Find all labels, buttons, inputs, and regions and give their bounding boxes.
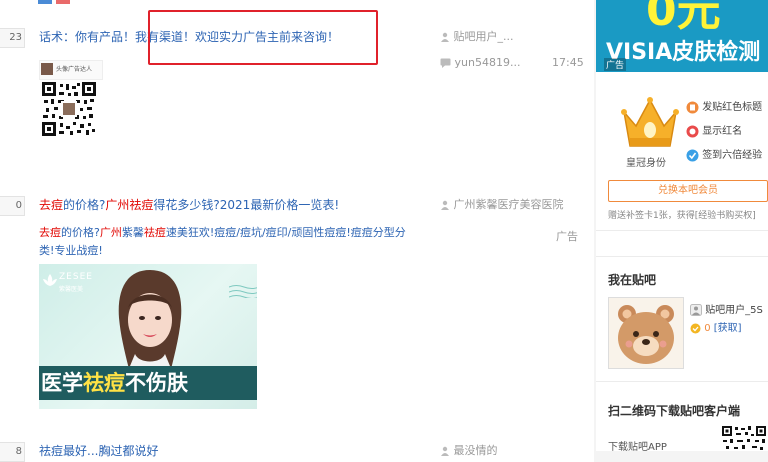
username[interactable]: 贴吧用户_5S — [705, 305, 763, 316]
sign-in-icon — [686, 149, 699, 161]
thread-author: 最没情的 — [440, 442, 498, 458]
crown-label: 皇冠身份 — [626, 158, 666, 169]
qr-code-icon — [42, 82, 96, 136]
slogan-part: 不伤肤 — [125, 371, 188, 395]
coin-get-link[interactable]: [获取] — [714, 323, 742, 334]
thumb-caption: 头像广告达人 — [56, 66, 93, 73]
qr-code-image[interactable] — [42, 82, 96, 136]
annotation-highlight-box — [148, 10, 378, 65]
perk-item: 显示红名 — [686, 122, 742, 138]
perk-label: 显示红名 — [702, 126, 743, 137]
crown-icon — [621, 97, 679, 147]
thread-title[interactable]: 去痘的价格?广州祛痘得花多少钱?2021最新价格一览表! — [39, 196, 339, 213]
download-title: 扫二维码下载贴吧客户端 — [608, 404, 741, 418]
user-row: 贴吧用户_5S — [690, 301, 763, 316]
thumb-image[interactable]: 头像广告达人 — [39, 60, 103, 80]
vip-panel: 皇冠身份 发贴红色标题 显示红名 签到六倍经验 兑换本吧会员 赠送补签卡1张，获… — [596, 72, 768, 231]
thread-row: 8 祛痘最好...胸过都说好 最没情的 — [0, 432, 594, 462]
ad-slogan: 医学祛痘不伤肤 — [39, 366, 257, 400]
thread-author: 贴吧用户_... — [440, 28, 514, 44]
desc-part: 去痘 — [39, 226, 61, 239]
reply-count: 8 — [0, 442, 25, 462]
last-reply: yun54819... — [440, 56, 520, 69]
bear-avatar-icon — [618, 305, 674, 364]
author-name[interactable]: 贴吧用户_... — [454, 30, 514, 43]
user-icon — [441, 200, 449, 210]
user-icon — [441, 32, 449, 42]
perk-label: 签到六倍经验 — [702, 150, 763, 161]
model-portrait — [109, 268, 191, 378]
slogan-part-highlight: 祛痘 — [83, 371, 125, 395]
comment-icon — [440, 58, 451, 68]
my-tieba-title: 我在贴吧 — [608, 273, 657, 287]
coin-icon — [690, 323, 701, 333]
coin-row: 0 [获取] — [690, 319, 742, 334]
download-panel: 扫二维码下载贴吧客户端 下载贴吧APP — [596, 388, 768, 453]
perk-item: 签到六倍经验 — [686, 146, 762, 162]
model-portrait-icon — [118, 270, 182, 378]
brand-name: ZESEE — [59, 272, 93, 282]
qr-code-icon[interactable] — [722, 426, 766, 456]
right-sidebar: 0元 VISIA皮肤检测 广告 皇冠身份 发贴红色标题 显示红名 签到六倍经验 … — [596, 0, 768, 453]
red-name-icon — [686, 125, 699, 137]
avatar[interactable] — [608, 297, 684, 369]
perk-item: 发贴红色标题 — [686, 98, 762, 114]
my-tieba-panel: 我在贴吧 贴吧用户_5S 0 [获取] — [596, 256, 768, 382]
desc-part: 广州 — [99, 226, 122, 239]
coin-count: 0 — [704, 323, 711, 334]
ad-product: VISIA皮肤检测 — [606, 40, 761, 65]
ad-image[interactable]: ZESEE 紫馨医美 医学祛痘不伤肤 — [39, 264, 257, 409]
title-part: 得花多少钱?2021最新价格一览表! — [153, 198, 340, 212]
vip-note: 赠送补签卡1张，获得[经验书购买权] — [608, 211, 756, 221]
desc-part: 祛痘 — [143, 226, 166, 239]
ad-tag: 广告 — [604, 58, 627, 71]
reply-count: 23 — [0, 28, 25, 48]
thread-row-ad: 0 去痘的价格?广州祛痘得花多少钱?2021最新价格一览表! 广州紫馨医疗美容医… — [0, 184, 594, 433]
user-badge-icon — [690, 304, 702, 316]
ad-price: 0元 — [646, 0, 721, 36]
reply-count: 0 — [0, 196, 25, 216]
thread-abstract[interactable]: 去痘的价格?广州紫馨祛痘速美狂欢!痘痘/痘坑/痘印/顽固性痘痘!痘痘分型分类!专… — [39, 224, 419, 260]
brand-sub: 紫馨医美 — [59, 286, 84, 293]
red-title-icon — [686, 101, 699, 113]
desc-part: 的价格? — [61, 226, 100, 239]
redeem-member-button[interactable]: 兑换本吧会员 — [608, 180, 768, 202]
title-part: 广州祛痘 — [105, 198, 154, 212]
slogan-part: 医学 — [41, 371, 83, 395]
lotus-icon — [43, 274, 57, 286]
user-icon — [441, 446, 449, 456]
perk-label: 发贴红色标题 — [702, 102, 763, 113]
brand-logo: ZESEE 紫馨医美 — [43, 270, 93, 298]
desc-part: 紫馨 — [121, 226, 144, 239]
author-name[interactable]: 广州紫馨医疗美容医院 — [454, 198, 564, 211]
last-reply-time: 17:45 — [552, 56, 584, 69]
thread-author: 广州紫馨医疗美容医院 — [440, 196, 564, 212]
wave-decoration-icon — [229, 285, 257, 298]
last-reply-user[interactable]: yun54819... — [455, 56, 521, 69]
title-part: 的价格? — [63, 198, 106, 212]
thread-list: 23 话术：你有产品！我有渠道！欢迎实力广告主前来咨询！ 贴吧用户_... yu… — [0, 0, 594, 462]
sidebar-ad-banner[interactable]: 0元 VISIA皮肤检测 广告 — [596, 0, 768, 72]
ad-label: 广告 — [556, 230, 578, 243]
title-part: 去痘 — [39, 198, 64, 212]
